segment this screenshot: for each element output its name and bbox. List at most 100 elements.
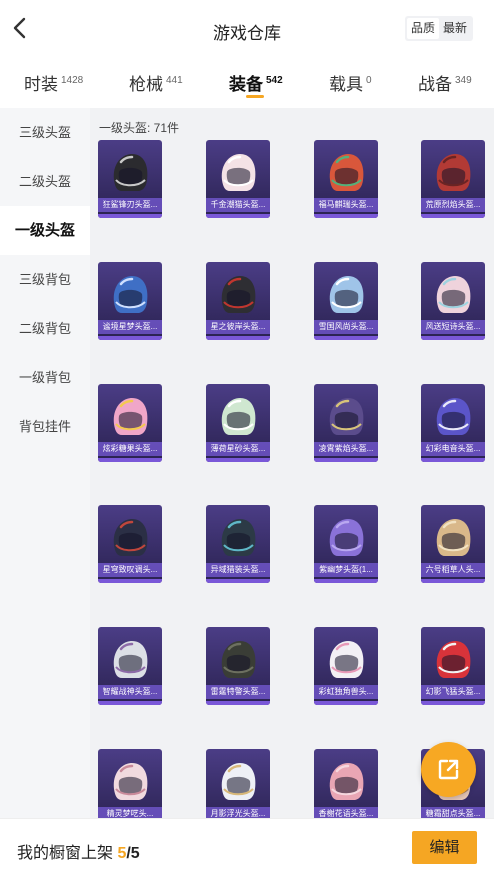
sort-toggle: 品质 最新: [405, 16, 474, 41]
helmet-card[interactable]: 雷霆特警头盔...: [206, 627, 270, 705]
helmet-name: 凌霄紫焰头盔...: [314, 442, 378, 456]
card-quality-bar: [98, 579, 162, 583]
helmet-name: 福马麒瑞头盔...: [314, 198, 378, 212]
helmet-card[interactable]: 星之彼岸头盔...: [206, 262, 270, 340]
helmet-card[interactable]: 星穹致叹调头...: [98, 505, 162, 583]
external-link-icon: [438, 759, 459, 780]
helmet-name: 炫彩糖果头盔...: [98, 442, 162, 456]
helmet-name: 月影浮光头盔...: [206, 807, 270, 818]
helmet-card[interactable]: 炫彩糖果头盔...: [98, 384, 162, 462]
helmet-card[interactable]: 千金潮猫头盔...: [206, 140, 270, 218]
helmet-image: [436, 398, 471, 435]
category-tabs: 时装 1428 枪械 441 装备 542 载具 0 战备 349: [0, 58, 494, 108]
tab-equipment[interactable]: 装备 542: [229, 70, 283, 95]
tab-vehicles[interactable]: 载具 0: [329, 70, 372, 95]
card-quality-bar: [314, 458, 378, 462]
helmet-card[interactable]: 紫幽梦头盔(1...: [314, 505, 378, 583]
helmet-image: [329, 519, 364, 556]
sort-newest-button[interactable]: 最新: [439, 18, 471, 39]
helmet-image: [329, 641, 364, 678]
card-quality-bar: [421, 336, 485, 340]
card-quality-bar: [421, 579, 485, 583]
card-quality-bar: [206, 336, 270, 340]
item-list-panel: 一级头盔: 71件 狂鲨锋刃头盔... 千金潮猫头盔... 福马麒瑞头盔... 荒原烈…: [90, 108, 494, 818]
tab-label: 战备: [418, 75, 452, 94]
helmet-card[interactable]: 薄荷星砂头盔...: [206, 384, 270, 462]
helmet-name: 星穹致叹调头...: [98, 563, 162, 577]
tab-count: 0: [366, 75, 372, 86]
helmet-card[interactable]: 月影浮光头盔...: [206, 749, 270, 818]
helmet-image: [329, 763, 364, 800]
helmet-card[interactable]: 彩虹独角兽头...: [314, 627, 378, 705]
helmet-name: 风送短诗头盔...: [421, 320, 485, 334]
sidebar-item-level2-helmet[interactable]: 二级头盔: [0, 157, 90, 206]
tab-fashion[interactable]: 时装 1428: [24, 70, 83, 95]
sidebar-item-backpack-pendant[interactable]: 背包挂件: [0, 402, 90, 451]
tab-count: 349: [455, 75, 472, 86]
card-quality-bar: [206, 579, 270, 583]
helmet-name: 雪国风尚头盔...: [314, 320, 378, 334]
helmet-card[interactable]: 精灵梦呓头...: [98, 749, 162, 818]
helmet-card[interactable]: 异域猎装头盔...: [206, 505, 270, 583]
tab-supplies[interactable]: 战备 349: [418, 70, 472, 95]
helmet-name: 幻彩电音头盔...: [421, 442, 485, 456]
card-quality-bar: [314, 214, 378, 218]
tab-guns[interactable]: 枪械 441: [129, 70, 183, 95]
card-quality-bar: [206, 701, 270, 705]
top-bar: 游戏仓库 品质 最新: [0, 0, 494, 58]
helmet-name: 智耀战神头盔...: [98, 685, 162, 699]
helmet-card[interactable]: 香榭花语头盔...: [314, 749, 378, 818]
helmet-card[interactable]: 风送短诗头盔...: [421, 262, 485, 340]
helmet-image: [113, 276, 148, 313]
helmet-image: [113, 519, 148, 556]
helmet-image: [436, 519, 471, 556]
sidebar-item-level3-backpack[interactable]: 三级背包: [0, 255, 90, 304]
card-quality-bar: [98, 458, 162, 462]
sidebar-item-level2-backpack[interactable]: 二级背包: [0, 304, 90, 353]
helmet-card[interactable]: 谧境星梦头盔...: [98, 262, 162, 340]
helmet-image: [221, 763, 256, 800]
helmet-image: [329, 398, 364, 435]
helmet-card[interactable]: 智耀战神头盔...: [98, 627, 162, 705]
sidebar-item-level1-backpack[interactable]: 一级背包: [0, 353, 90, 402]
showcase-status: 我的橱窗上架 5/5: [17, 839, 140, 863]
sidebar-item-level3-helmet[interactable]: 三级头盔: [0, 108, 90, 157]
helmet-card[interactable]: 幻影飞猛头盔...: [421, 627, 485, 705]
helmet-card[interactable]: 狂鲨锋刃头盔...: [98, 140, 162, 218]
helmet-card[interactable]: 雪国风尚头盔...: [314, 262, 378, 340]
helmet-card[interactable]: 荒原烈焰头盔...: [421, 140, 485, 218]
helmet-name: 彩虹独角兽头...: [314, 685, 378, 699]
helmet-name: 异域猎装头盔...: [206, 563, 270, 577]
helmet-name: 雷霆特警头盔...: [206, 685, 270, 699]
helmet-card[interactable]: 幻彩电音头盔...: [421, 384, 485, 462]
tab-count: 441: [166, 75, 183, 86]
helmet-name: 星之彼岸头盔...: [206, 320, 270, 334]
card-quality-bar: [206, 458, 270, 462]
card-quality-bar: [421, 214, 485, 218]
subcategory-sidebar: 三级头盔 二级头盔 一级头盔 三级背包 二级背包 一级背包 背包挂件: [0, 108, 90, 818]
card-quality-bar: [98, 214, 162, 218]
sidebar-item-level1-helmet[interactable]: 一级头盔: [0, 206, 90, 255]
helmet-image: [221, 398, 256, 435]
helmet-name: 六号稻草人头...: [421, 563, 485, 577]
tab-count: 1428: [61, 75, 84, 86]
helmet-image: [221, 276, 256, 313]
card-quality-bar: [421, 458, 485, 462]
tab-label: 装备: [229, 75, 263, 94]
helmet-card[interactable]: 六号稻草人头...: [421, 505, 485, 583]
helmet-name: 精灵梦呓头...: [98, 807, 162, 818]
card-quality-bar: [98, 701, 162, 705]
card-quality-bar: [314, 579, 378, 583]
helmet-image: [436, 276, 471, 313]
helmet-card[interactable]: 福马麒瑞头盔...: [314, 140, 378, 218]
helmet-image: [113, 641, 148, 678]
edit-button[interactable]: 编辑: [412, 831, 477, 864]
tab-label: 枪械: [129, 75, 163, 94]
card-quality-bar: [421, 701, 485, 705]
share-button[interactable]: [421, 742, 476, 797]
helmet-image: [436, 154, 471, 191]
helmet-card[interactable]: 凌霄紫焰头盔...: [314, 384, 378, 462]
card-quality-bar: [314, 336, 378, 340]
card-quality-bar: [314, 701, 378, 705]
sort-quality-button[interactable]: 品质: [407, 18, 440, 39]
